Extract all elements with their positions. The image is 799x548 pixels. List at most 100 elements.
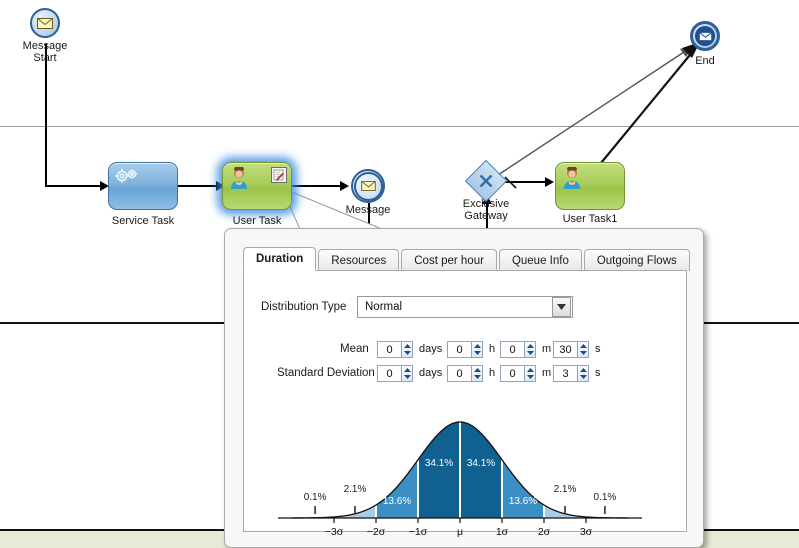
- mean-hours-stepper[interactable]: 0: [447, 341, 483, 358]
- envelope-icon: [37, 17, 53, 29]
- sd-hours-value[interactable]: 0: [447, 365, 472, 382]
- tab-cost-per-hour[interactable]: Cost per hour: [401, 249, 497, 271]
- dialog-tabstrip[interactable]: Duration Resources Cost per hour Queue I…: [243, 247, 692, 271]
- node-end-event[interactable]: [690, 21, 720, 51]
- label-service-task: Service Task: [111, 215, 175, 227]
- mean-days-value[interactable]: 0: [377, 341, 402, 358]
- mean-minutes-spin-buttons[interactable]: [525, 341, 536, 358]
- sd-seconds-value[interactable]: 3: [553, 365, 578, 382]
- x-tick-label-5: 2σ: [538, 526, 551, 538]
- unit-sd-minutes: m: [542, 367, 552, 379]
- envelope-icon: [360, 181, 376, 191]
- spin-down-icon[interactable]: [578, 374, 588, 382]
- spin-up-icon[interactable]: [525, 366, 535, 374]
- spin-down-icon[interactable]: [525, 350, 535, 358]
- x-tick-label-6: 3σ: [580, 526, 593, 538]
- mean-hours-value[interactable]: 0: [447, 341, 472, 358]
- label-user-task: User Task: [232, 215, 282, 227]
- unit-mean-hours: h: [489, 343, 496, 355]
- user-task-marker: [271, 167, 287, 183]
- tab-outgoing-flows[interactable]: Outgoing Flows: [583, 249, 690, 271]
- label-standard-deviation: Standard Deviation: [277, 367, 375, 379]
- sd-days-stepper[interactable]: 0: [377, 365, 413, 382]
- mean-minutes-value[interactable]: 0: [500, 341, 525, 358]
- user-icon: [564, 167, 580, 189]
- spin-up-icon[interactable]: [472, 366, 482, 374]
- spin-up-icon[interactable]: [402, 366, 412, 374]
- sd-minutes-spin-buttons[interactable]: [525, 365, 536, 382]
- band-label-4: 34.1%: [467, 458, 495, 469]
- flow-user-to-message: [290, 185, 344, 187]
- band-label-3: 34.1%: [425, 458, 453, 469]
- spin-up-icon[interactable]: [578, 366, 588, 374]
- spin-up-icon[interactable]: [402, 342, 412, 350]
- band-4: [460, 422, 502, 518]
- unit-mean-seconds: s: [595, 343, 601, 355]
- unit-sd-hours: h: [489, 367, 496, 379]
- spin-up-icon[interactable]: [578, 342, 588, 350]
- sd-days-value[interactable]: 0: [377, 365, 402, 382]
- distribution-type-select[interactable]: Normal: [357, 296, 573, 318]
- spin-up-icon[interactable]: [472, 342, 482, 350]
- spin-down-icon[interactable]: [525, 374, 535, 382]
- spin-down-icon[interactable]: [578, 350, 588, 358]
- mean-seconds-stepper[interactable]: 30: [553, 341, 589, 358]
- mean-seconds-spin-buttons[interactable]: [578, 341, 589, 358]
- tab-resources[interactable]: Resources: [318, 249, 400, 271]
- mean-seconds-value[interactable]: 30: [553, 341, 578, 358]
- sd-hours-spin-buttons[interactable]: [472, 365, 483, 382]
- unit-mean-days: days: [419, 343, 443, 355]
- gears-icon: [115, 169, 138, 183]
- distribution-type-value: Normal: [365, 301, 403, 313]
- intermediate-inner-ring: [353, 171, 383, 201]
- mean-days-stepper[interactable]: 0: [377, 341, 413, 358]
- mean-days-spin-buttons[interactable]: [402, 341, 413, 358]
- x-tick-label-4: 1σ: [496, 526, 509, 538]
- node-message-start[interactable]: [30, 8, 60, 38]
- normal-distribution-chart: −3σ −2σ −1σ μ 1σ 2σ 3σ 0.1% 2.1% 13.6% 34.1% 34.1% 1…: [270, 392, 650, 548]
- flow-gateway-to-usertask1: [503, 181, 549, 183]
- band-label-7: 0.1%: [594, 492, 617, 503]
- tab-duration[interactable]: Duration: [243, 247, 317, 271]
- band-label-0: 0.1%: [304, 492, 327, 503]
- band-label-1: 2.1%: [344, 484, 367, 495]
- unit-sd-seconds: s: [595, 367, 601, 379]
- node-service-task[interactable]: [108, 162, 178, 210]
- sd-hours-stepper[interactable]: 0: [447, 365, 483, 382]
- label-mean: Mean: [340, 343, 369, 355]
- sd-minutes-value[interactable]: 0: [500, 365, 525, 382]
- spin-down-icon[interactable]: [402, 350, 412, 358]
- flow-start-down: [45, 44, 47, 187]
- band-label-5: 13.6%: [509, 496, 537, 507]
- chevron-down-icon[interactable]: [552, 297, 571, 317]
- unit-sd-days: days: [419, 367, 443, 379]
- band-label-6: 2.1%: [554, 484, 577, 495]
- node-user-task[interactable]: [222, 162, 292, 210]
- tab-queue-info[interactable]: Queue Info: [498, 249, 582, 271]
- label-distribution-type: Distribution Type: [261, 301, 347, 313]
- x-tick-label-1: −2σ: [367, 526, 386, 538]
- label-user-task1: User Task1: [562, 213, 618, 225]
- mean-minutes-stepper[interactable]: 0: [500, 341, 536, 358]
- spin-down-icon[interactable]: [402, 374, 412, 382]
- x-tick-label-2: −1σ: [409, 526, 428, 538]
- label-end-event: End: [695, 55, 715, 67]
- sd-seconds-spin-buttons[interactable]: [578, 365, 589, 382]
- mean-hours-spin-buttons[interactable]: [472, 341, 483, 358]
- unit-mean-minutes: m: [542, 343, 552, 355]
- spin-down-icon[interactable]: [472, 374, 482, 382]
- spin-up-icon[interactable]: [525, 342, 535, 350]
- bpmn-canvas[interactable]: Message Start Service Task User Task Mes…: [0, 0, 799, 548]
- label-message-intermediate: Message: [345, 204, 391, 216]
- node-message-intermediate[interactable]: [351, 169, 385, 203]
- sd-minutes-stepper[interactable]: 0: [500, 365, 536, 382]
- user-icon: [231, 167, 247, 189]
- x-tick-label-3: μ: [457, 526, 463, 538]
- sd-days-spin-buttons[interactable]: [402, 365, 413, 382]
- node-user-task1[interactable]: [555, 162, 625, 210]
- arrowhead-usertask1-in: [545, 177, 554, 187]
- sd-seconds-stepper[interactable]: 3: [553, 365, 589, 382]
- label-message-start: Message Start: [22, 40, 68, 64]
- envelope-icon: [698, 31, 712, 41]
- spin-down-icon[interactable]: [472, 350, 482, 358]
